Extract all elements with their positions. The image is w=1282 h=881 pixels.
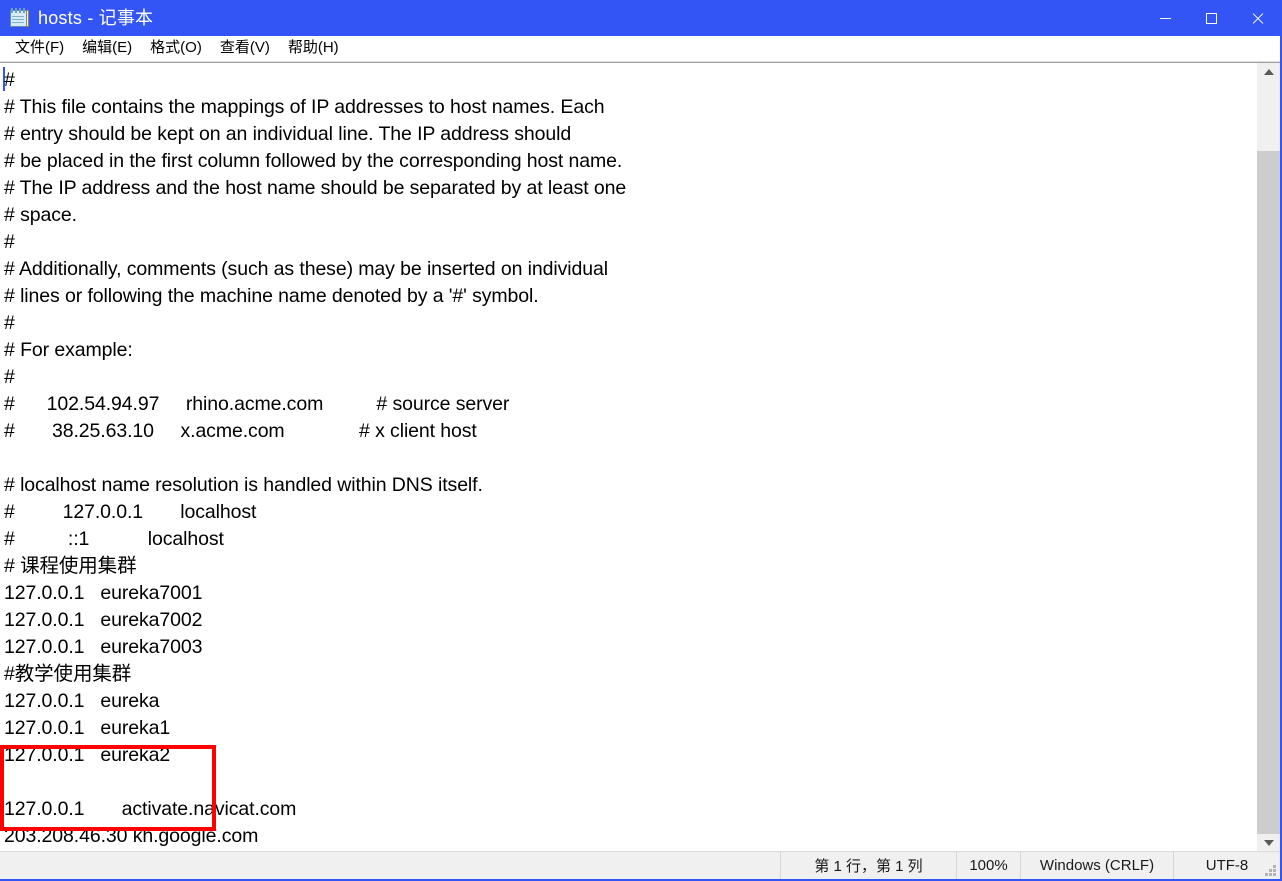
text-line bbox=[4, 769, 1256, 796]
text-line: # bbox=[4, 312, 15, 334]
minimize-icon bbox=[1159, 18, 1171, 19]
scroll-down-icon bbox=[1263, 840, 1274, 846]
text-line: 127.0.0.1 activate.navicat.com bbox=[4, 798, 297, 820]
text-line: # bbox=[4, 69, 15, 91]
text-line: 127.0.0.1 eureka1 bbox=[4, 717, 171, 739]
vertical-scrollbar[interactable] bbox=[1256, 63, 1280, 852]
text-line: # lines or following the machine name de… bbox=[4, 285, 539, 307]
text-line: 127.0.0.1 eureka7003 bbox=[4, 636, 203, 658]
text-line: # ::1 localhost bbox=[4, 528, 224, 550]
text-line: # Additionally, comments (such as these)… bbox=[4, 258, 608, 280]
title-bar[interactable]: hosts - 记事本 bbox=[0, 0, 1280, 36]
text-line: 127.0.0.1 eureka bbox=[4, 690, 160, 712]
text-line: # localhost name resolution is handled w… bbox=[4, 474, 483, 496]
editor-area[interactable]: # # This file contains the mappings of IP… bbox=[0, 62, 1280, 852]
scroll-up-button[interactable] bbox=[1257, 63, 1280, 81]
status-cursor-position: 第 1 行，第 1 列 bbox=[780, 852, 956, 879]
maximize-button[interactable] bbox=[1188, 0, 1234, 36]
text-line: # be placed in the first column followed… bbox=[4, 150, 623, 172]
notepad-window: hosts - 记事本 文件(F) 编辑(E) 格式(O) 查看(V) 帮助(H… bbox=[0, 0, 1282, 881]
status-zoom-level[interactable]: 100% bbox=[956, 852, 1020, 879]
menu-bar: 文件(F) 编辑(E) 格式(O) 查看(V) 帮助(H) bbox=[0, 36, 1280, 62]
status-line-ending[interactable]: Windows (CRLF) bbox=[1020, 852, 1173, 879]
text-line: # entry should be kept on an individual … bbox=[4, 123, 572, 145]
menu-item-view[interactable]: 查看(V) bbox=[211, 37, 279, 60]
close-icon bbox=[1251, 12, 1264, 25]
window-title: hosts - 记事本 bbox=[38, 8, 154, 28]
text-line: #教学使用集群 bbox=[4, 663, 132, 685]
text-content[interactable]: # # This file contains the mappings of IP… bbox=[0, 63, 1256, 852]
text-line: # 38.25.63.10 x.acme.com # x client host bbox=[4, 420, 477, 442]
menu-item-help[interactable]: 帮助(H) bbox=[279, 37, 348, 60]
text-line: 127.0.0.1 eureka7002 bbox=[4, 609, 203, 631]
caption-buttons bbox=[1142, 0, 1280, 36]
text-line: # bbox=[4, 366, 15, 388]
scroll-up-icon bbox=[1263, 69, 1274, 75]
text-line: # 127.0.0.1 localhost bbox=[4, 501, 257, 523]
text-line: 127.0.0.1 eureka7001 bbox=[4, 582, 203, 604]
text-line: # bbox=[4, 231, 15, 253]
status-spacer bbox=[0, 852, 780, 879]
notepad-icon bbox=[9, 8, 29, 28]
text-line: # For example: bbox=[4, 339, 133, 361]
text-line: # 102.54.94.97 rhino.acme.com # source s… bbox=[4, 393, 510, 415]
status-bar: 第 1 行，第 1 列 100% Windows (CRLF) UTF-8 bbox=[0, 851, 1280, 879]
text-line: # The IP address and the host name shoul… bbox=[4, 177, 627, 199]
text-line: # This file contains the mappings of IP … bbox=[4, 96, 605, 118]
menu-item-file[interactable]: 文件(F) bbox=[6, 37, 73, 60]
text-line bbox=[4, 445, 1256, 472]
text-line: 203.208.46.30 kh.google.com bbox=[4, 825, 259, 847]
text-line: # 课程使用集群 bbox=[4, 555, 137, 577]
minimize-button[interactable] bbox=[1142, 0, 1188, 36]
scrollbar-thumb[interactable] bbox=[1257, 81, 1280, 151]
maximize-icon bbox=[1205, 12, 1217, 24]
text-line: # space. bbox=[4, 204, 77, 226]
menu-item-format[interactable]: 格式(O) bbox=[141, 37, 211, 60]
text-line: 127.0.0.1 eureka2 bbox=[4, 744, 171, 766]
menu-item-edit[interactable]: 编辑(E) bbox=[73, 37, 141, 60]
resize-grip-icon[interactable] bbox=[1263, 863, 1276, 876]
close-button[interactable] bbox=[1234, 0, 1280, 36]
scroll-down-button[interactable] bbox=[1257, 834, 1280, 852]
